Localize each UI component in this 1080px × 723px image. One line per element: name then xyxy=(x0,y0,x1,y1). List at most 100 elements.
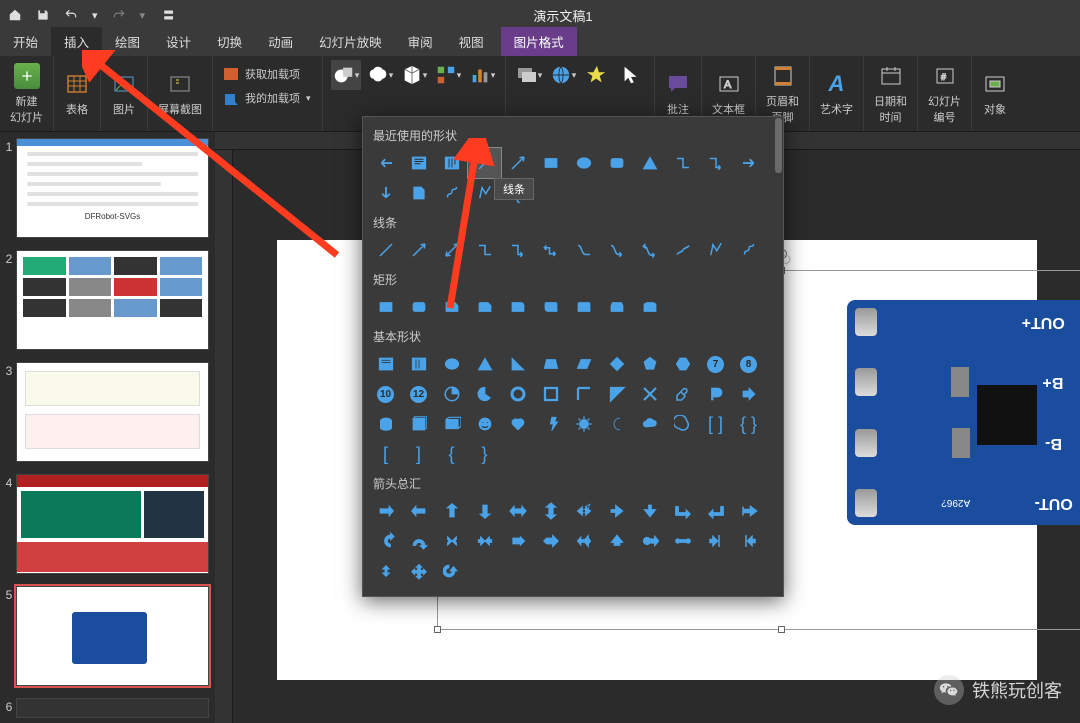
a3[interactable] xyxy=(435,496,468,526)
a2[interactable] xyxy=(402,496,435,526)
undo-icon[interactable] xyxy=(64,8,78,22)
b23[interactable] xyxy=(699,379,732,409)
b16[interactable] xyxy=(468,379,501,409)
a26[interactable] xyxy=(402,556,435,586)
tab-review[interactable]: 审阅 xyxy=(395,27,446,56)
line-6[interactable] xyxy=(534,235,567,265)
b36[interactable]: { } xyxy=(732,409,765,439)
b39[interactable]: { xyxy=(435,439,468,469)
b10[interactable] xyxy=(666,349,699,379)
b22[interactable] xyxy=(666,379,699,409)
a13[interactable] xyxy=(369,526,402,556)
zoom-button[interactable]: ▾ xyxy=(514,60,544,90)
datetime-button[interactable]: 日期和 时间 xyxy=(864,56,918,131)
b19[interactable] xyxy=(567,379,600,409)
rect-9[interactable] xyxy=(633,292,666,322)
tab-picformat[interactable]: 图片格式 xyxy=(501,27,577,56)
a17[interactable] xyxy=(501,526,534,556)
a10[interactable] xyxy=(666,496,699,526)
save-icon[interactable] xyxy=(36,8,50,22)
b8[interactable] xyxy=(600,349,633,379)
home-icon[interactable] xyxy=(8,8,22,22)
a12[interactable] xyxy=(732,496,765,526)
link-button[interactable]: ▾ xyxy=(548,60,578,90)
b9[interactable] xyxy=(633,349,666,379)
slide-thumb-5[interactable]: 5 xyxy=(0,580,215,692)
b11[interactable]: 7 xyxy=(699,349,732,379)
scrollbar[interactable] xyxy=(775,118,782,173)
action-button[interactable] xyxy=(582,60,612,90)
new-slide-button[interactable]: 新建 幻灯片 xyxy=(0,56,54,131)
b13[interactable]: 10 xyxy=(369,379,402,409)
b25[interactable] xyxy=(369,409,402,439)
shape-rect[interactable] xyxy=(534,148,567,178)
rect-7[interactable] xyxy=(567,292,600,322)
a6[interactable] xyxy=(534,496,567,526)
b12[interactable]: 8 xyxy=(732,349,765,379)
a14[interactable] xyxy=(402,526,435,556)
b14[interactable]: 12 xyxy=(402,379,435,409)
a25[interactable] xyxy=(369,556,402,586)
b15[interactable] xyxy=(435,379,468,409)
b34[interactable] xyxy=(666,409,699,439)
a15[interactable] xyxy=(435,526,468,556)
b24[interactable] xyxy=(732,379,765,409)
a23[interactable] xyxy=(699,526,732,556)
shape-oval[interactable] xyxy=(567,148,600,178)
slide-thumb-3[interactable]: 3 xyxy=(0,356,215,468)
icons-button[interactable]: ▾ xyxy=(365,60,395,90)
b7[interactable] xyxy=(567,349,600,379)
line-10[interactable] xyxy=(666,235,699,265)
rect-6[interactable] xyxy=(534,292,567,322)
shape-connector-elbow[interactable] xyxy=(666,148,699,178)
3dmodel-button[interactable]: ▾ xyxy=(399,60,429,90)
slide-thumb-6[interactable]: 6 xyxy=(0,692,215,723)
b35[interactable]: [ ] xyxy=(699,409,732,439)
chart-button[interactable]: ▾ xyxy=(467,60,497,90)
line-8[interactable] xyxy=(600,235,633,265)
shape-triangle[interactable] xyxy=(633,148,666,178)
a20[interactable] xyxy=(600,526,633,556)
a24[interactable] xyxy=(732,526,765,556)
b27[interactable] xyxy=(435,409,468,439)
b1[interactable] xyxy=(369,349,402,379)
a8[interactable] xyxy=(600,496,633,526)
line-9[interactable] xyxy=(633,235,666,265)
b6[interactable] xyxy=(534,349,567,379)
shape-arrow-right[interactable] xyxy=(732,148,765,178)
line-11[interactable] xyxy=(699,235,732,265)
b20[interactable] xyxy=(600,379,633,409)
tab-start[interactable]: 开始 xyxy=(0,27,51,56)
rect-8[interactable] xyxy=(600,292,633,322)
smartart-button[interactable]: ▾ xyxy=(433,60,463,90)
b4[interactable] xyxy=(468,349,501,379)
a18[interactable] xyxy=(534,526,567,556)
tab-view[interactable]: 视图 xyxy=(446,27,497,56)
a11[interactable] xyxy=(699,496,732,526)
object-button[interactable]: 对象 xyxy=(972,56,1018,131)
b5[interactable] xyxy=(501,349,534,379)
b21[interactable] xyxy=(633,379,666,409)
b32[interactable] xyxy=(600,409,633,439)
a21[interactable] xyxy=(633,526,666,556)
b26[interactable] xyxy=(402,409,435,439)
b40[interactable]: } xyxy=(468,439,501,469)
a5[interactable] xyxy=(501,496,534,526)
a7[interactable] xyxy=(567,496,600,526)
b28[interactable] xyxy=(468,409,501,439)
redo-icon[interactable] xyxy=(112,8,126,22)
shape-roundrect[interactable] xyxy=(600,148,633,178)
b17[interactable] xyxy=(501,379,534,409)
a1[interactable] xyxy=(369,496,402,526)
b2[interactable] xyxy=(402,349,435,379)
a4[interactable] xyxy=(468,496,501,526)
a16[interactable] xyxy=(468,526,501,556)
a27[interactable] xyxy=(435,556,468,586)
a9[interactable] xyxy=(633,496,666,526)
slidenumber-button[interactable]: # 幻灯片 编号 xyxy=(918,56,972,131)
b33[interactable] xyxy=(633,409,666,439)
b30[interactable] xyxy=(534,409,567,439)
line-12[interactable] xyxy=(732,235,765,265)
b18[interactable] xyxy=(534,379,567,409)
line-7[interactable] xyxy=(567,235,600,265)
